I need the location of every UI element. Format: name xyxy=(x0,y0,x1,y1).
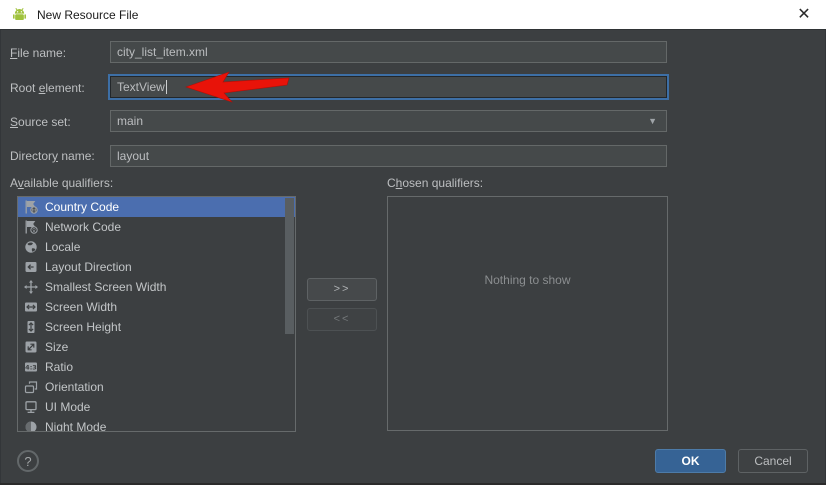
chosen-qualifiers-label: Chosen qualifiers: xyxy=(387,176,484,190)
qualifier-item-label: Country Code xyxy=(45,200,120,214)
root-element-label: Root element: xyxy=(10,81,85,95)
qualifier-item-size[interactable]: Size xyxy=(18,337,295,357)
chosen-qualifiers-panel: Nothing to show xyxy=(387,196,668,431)
qualifier-item-label: Ratio xyxy=(45,360,74,374)
qualifier-item-label: Night Mode xyxy=(45,420,107,432)
qualifier-item-label: Locale xyxy=(45,240,81,254)
chevron-down-icon: ▼ xyxy=(648,116,657,126)
source-set-label: Source set: xyxy=(10,115,71,129)
ratio-icon: 4:3 xyxy=(23,359,39,375)
text-cursor xyxy=(166,80,167,94)
screen-height-icon xyxy=(23,319,39,335)
titlebar: New Resource File ✕ xyxy=(0,0,826,30)
empty-state-text: Nothing to show xyxy=(484,273,571,287)
qualifier-item-label: Orientation xyxy=(45,380,104,394)
orientation-icon xyxy=(23,379,39,395)
qualifier-item-label: Screen Width xyxy=(45,300,118,314)
help-button[interactable]: ? xyxy=(17,450,39,472)
locale-icon xyxy=(23,239,39,255)
cancel-button[interactable]: Cancel xyxy=(738,449,808,473)
android-logo-icon xyxy=(11,6,28,23)
screen-width-icon xyxy=(23,299,39,315)
add-qualifier-button[interactable]: >> xyxy=(307,278,377,301)
ui-mode-icon xyxy=(23,399,39,415)
svg-text:4:3: 4:3 xyxy=(25,364,37,372)
qualifier-item-smallest-screen-width[interactable]: Smallest Screen Width xyxy=(18,277,295,297)
root-element-input[interactable]: TextView xyxy=(110,76,667,98)
directory-name-input[interactable] xyxy=(110,145,667,167)
qualifier-item-screen-width[interactable]: Screen Width xyxy=(18,297,295,317)
scrollbar[interactable] xyxy=(285,198,294,334)
qualifier-item-screen-height[interactable]: Screen Height xyxy=(18,317,295,337)
source-set-combobox[interactable]: main ▼ xyxy=(110,110,667,132)
qualifier-item-label: Size xyxy=(45,340,69,354)
available-qualifiers-list[interactable]: Country Code Network Code Locale Layout Dir… xyxy=(17,196,296,432)
qualifier-item-network-code[interactable]: Network Code xyxy=(18,217,295,237)
qualifier-item-locale[interactable]: Locale xyxy=(18,237,295,257)
root-element-value: TextView xyxy=(117,80,165,94)
network-code-icon xyxy=(23,219,39,235)
qualifier-item-ui-mode[interactable]: UI Mode xyxy=(18,397,295,417)
qualifier-item-night-mode[interactable]: Night Mode xyxy=(18,417,295,432)
new-resource-file-dialog: New Resource File ✕ File name: Root elem… xyxy=(0,0,826,485)
qualifier-item-label: Network Code xyxy=(45,220,122,234)
qualifier-item-orientation[interactable]: Orientation xyxy=(18,377,295,397)
file-name-label: File name: xyxy=(10,46,67,60)
remove-qualifier-button[interactable]: << xyxy=(307,308,377,331)
qualifier-item-label: Layout Direction xyxy=(45,260,132,274)
country-code-icon xyxy=(23,199,39,215)
qualifier-item-label: UI Mode xyxy=(45,400,91,414)
available-qualifiers-label: Available qualifiers: xyxy=(10,176,114,190)
source-set-value: main xyxy=(117,114,144,128)
qualifier-item-label: Screen Height xyxy=(45,320,122,334)
qualifier-item-country-code[interactable]: Country Code xyxy=(18,197,295,217)
file-name-input[interactable] xyxy=(110,41,667,63)
night-mode-icon xyxy=(23,419,39,431)
size-icon xyxy=(23,339,39,355)
qualifier-item-layout-direction[interactable]: Layout Direction xyxy=(18,257,295,277)
smallest-screen-width-icon xyxy=(23,279,39,295)
close-icon[interactable]: ✕ xyxy=(792,4,816,26)
qualifier-item-label: Smallest Screen Width xyxy=(45,280,167,294)
qualifier-item-ratio[interactable]: 4:3 Ratio xyxy=(18,357,295,377)
window-title: New Resource File xyxy=(37,7,139,22)
ok-button[interactable]: OK xyxy=(655,449,726,473)
layout-direction-icon xyxy=(23,259,39,275)
directory-name-label: Directory name: xyxy=(10,149,95,163)
